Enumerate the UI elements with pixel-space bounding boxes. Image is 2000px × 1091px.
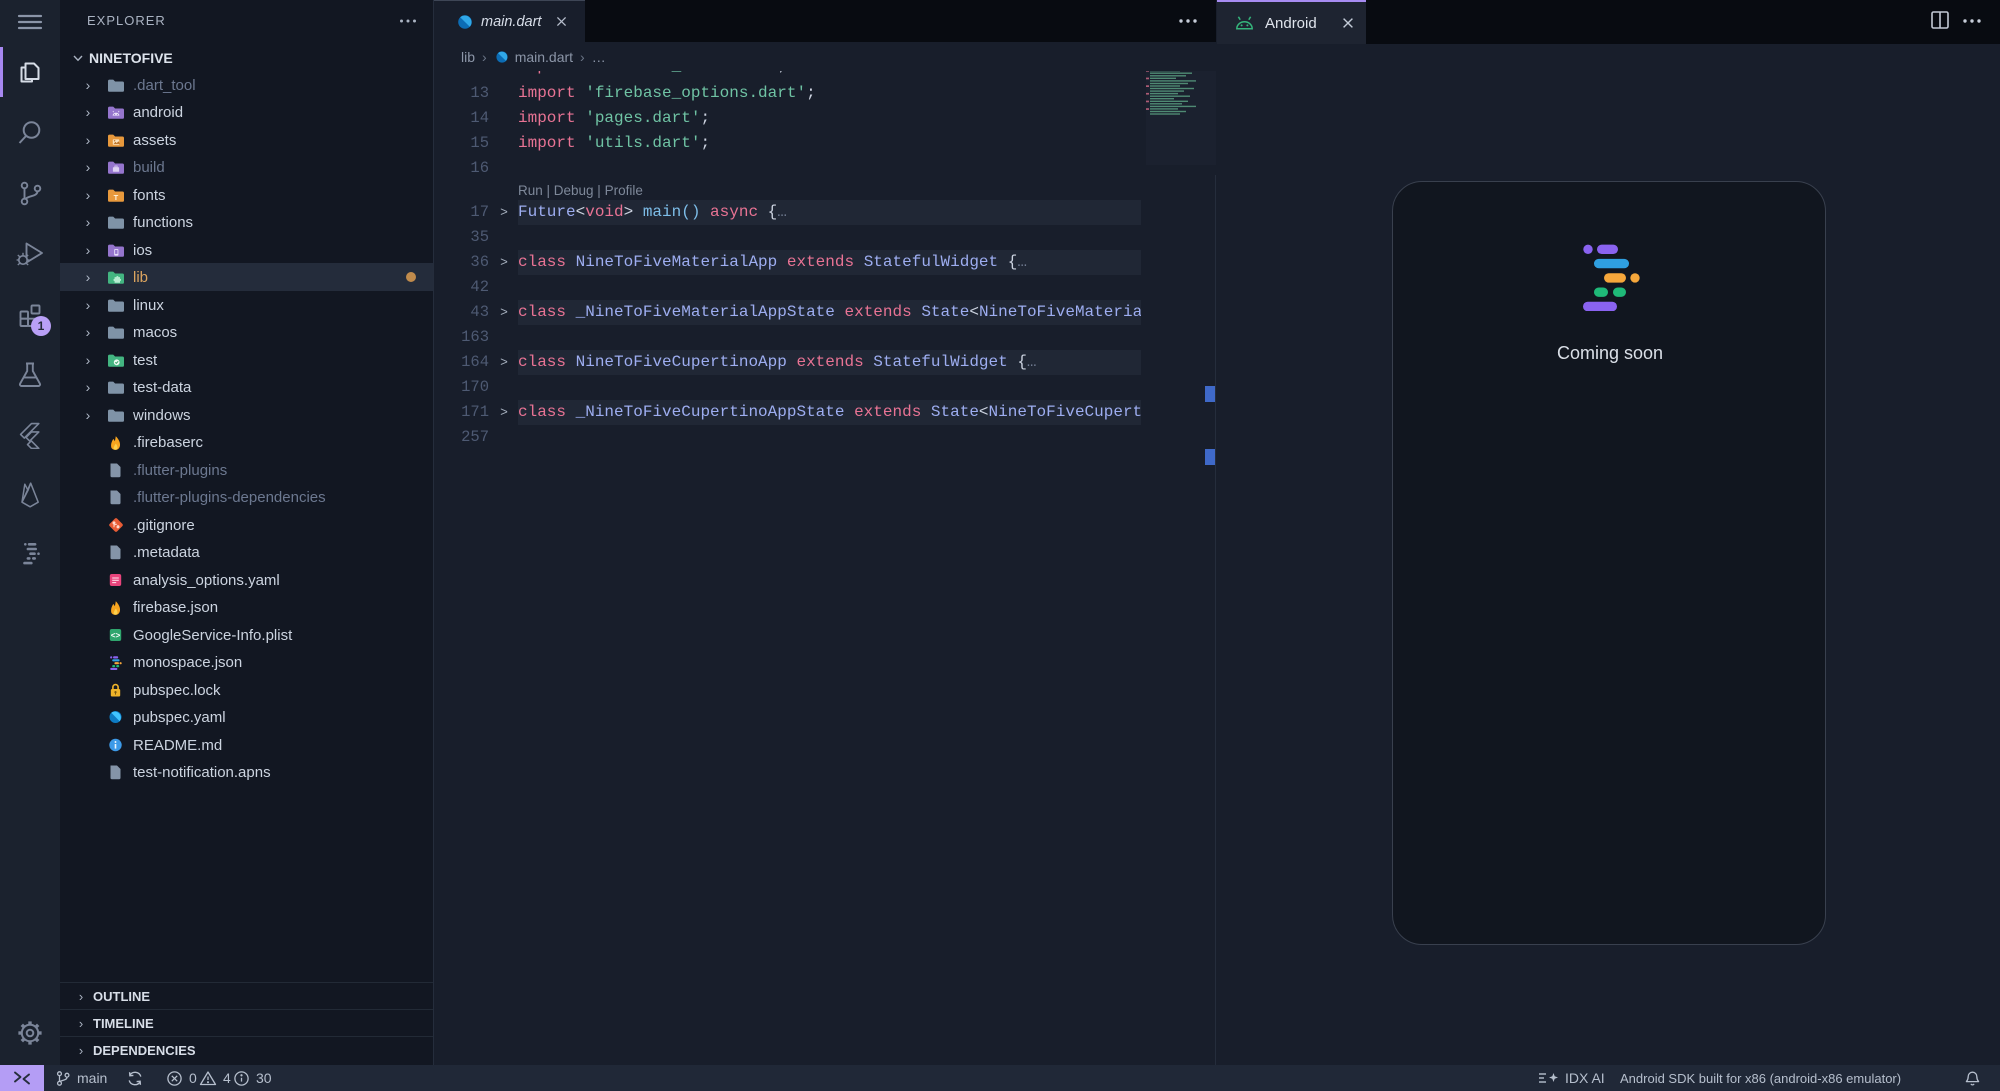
svg-text:<>: <>: [111, 632, 121, 641]
svg-text:T: T: [114, 193, 119, 202]
